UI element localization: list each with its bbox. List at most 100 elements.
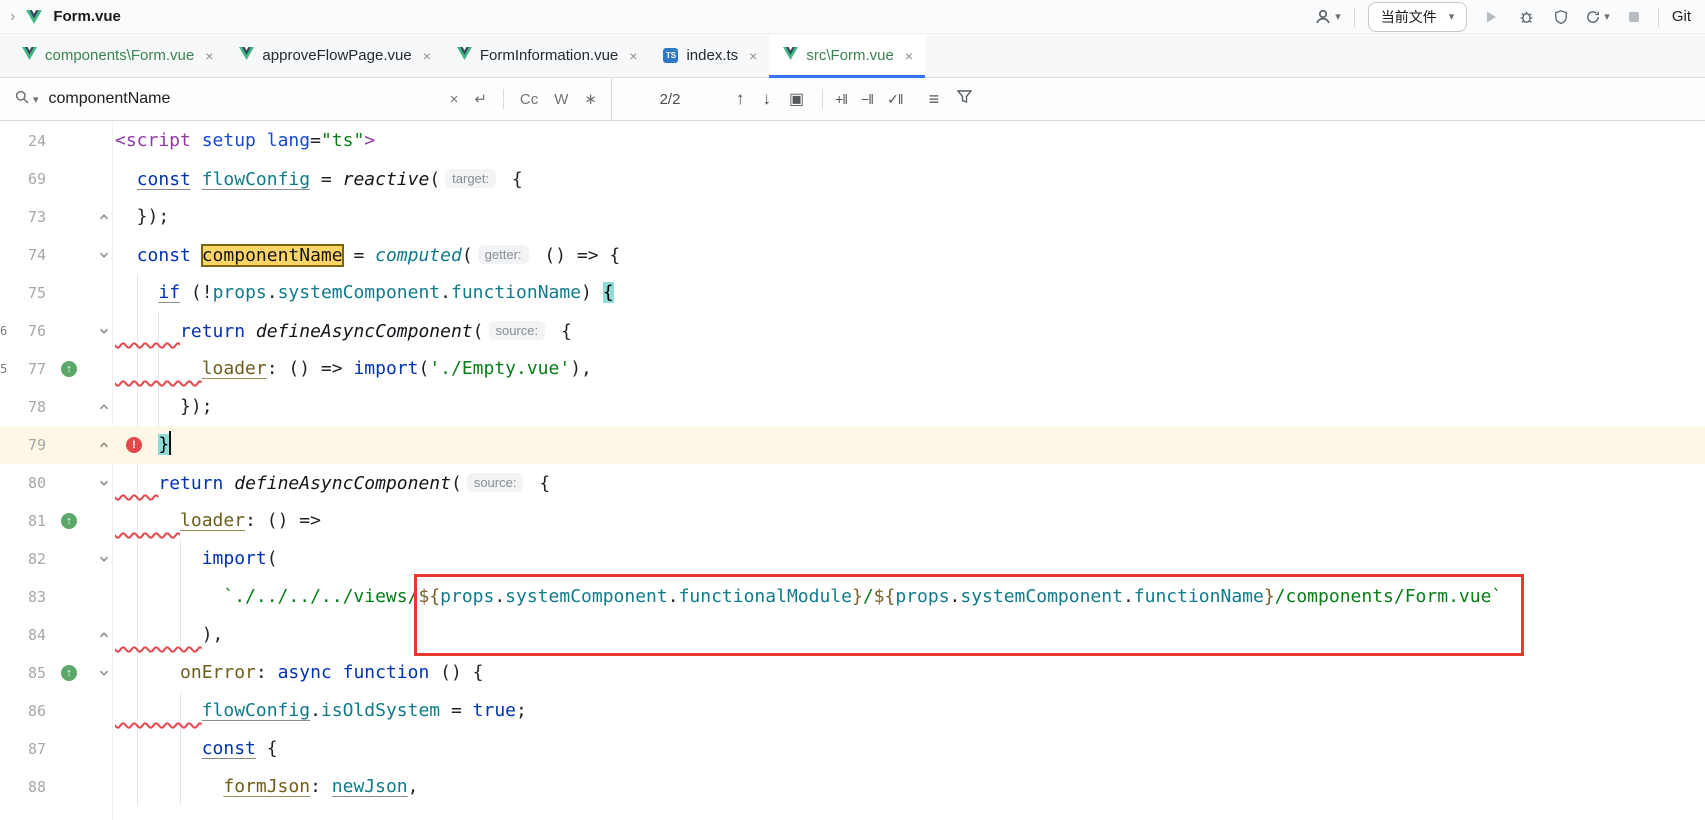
code-line-76[interactable]: 76 return defineAsyncComponent(source: {… <box>0 312 1705 350</box>
tab-src-form-vue[interactable]: src\Form.vue × <box>769 34 925 77</box>
line-number[interactable]: 82 <box>0 540 46 578</box>
code-text: return defineAsyncComponent(source: { <box>115 312 572 351</box>
error-squiggle: xxxxxx <box>115 502 180 540</box>
line-number[interactable]: 74 <box>0 236 46 274</box>
filter-icon[interactable] <box>957 90 972 109</box>
code-line-88[interactable]: 88 formJson: newJson, <box>0 768 1705 806</box>
inlay-hint: getter: <box>478 245 529 264</box>
line-number[interactable]: 85 <box>0 654 46 692</box>
code-line-74[interactable]: 74 const componentName = computed(getter… <box>0 236 1705 274</box>
add-occurrence-icon[interactable]: +‖ <box>835 91 847 107</box>
code-line-75[interactable]: 75 if (!props.systemComponent.functionNa… <box>0 274 1705 312</box>
close-icon[interactable]: × <box>749 48 757 64</box>
error-squiggle: xxxxxx <box>115 312 180 350</box>
code-text: const flowConfig = reactive(target: { <box>115 160 523 199</box>
line-number[interactable]: 79 <box>0 426 46 464</box>
line-number[interactable]: 87 <box>0 730 46 768</box>
coverage-button[interactable] <box>1550 4 1572 30</box>
vue-file-icon <box>783 47 798 64</box>
code-line-82[interactable]: 82 import( <box>0 540 1705 578</box>
fold-up-icon[interactable] <box>96 426 112 464</box>
code-text: const componentName = computed(getter: (… <box>115 236 620 275</box>
tab-label: components\Form.vue <box>45 47 194 64</box>
match-case-toggle[interactable]: Cc <box>520 91 538 108</box>
divider <box>1354 7 1355 27</box>
git-widget[interactable]: Git <box>1672 8 1691 25</box>
search-icon[interactable] <box>14 89 30 110</box>
previous-match-button[interactable]: ↑ <box>736 89 745 109</box>
code-line-85[interactable]: 85↑ onError: async function () { <box>0 654 1705 692</box>
close-icon[interactable]: × <box>205 48 213 64</box>
tab-approveflowpage-vue[interactable]: approveFlowPage.vue × <box>225 34 442 77</box>
open-in-find-window-icon[interactable]: ▣ <box>789 89 804 109</box>
line-number[interactable]: 86 <box>0 692 46 730</box>
fold-up-icon[interactable] <box>96 198 112 236</box>
code-lines: 24<script setup lang="ts">69 const flowC… <box>0 122 1705 820</box>
line-number[interactable]: 24 <box>0 122 46 160</box>
editor[interactable]: 24<script setup lang="ts">69 const flowC… <box>0 122 1705 820</box>
tab-components-form-vue[interactable]: components\Form.vue × <box>8 34 225 77</box>
fold-up-icon[interactable] <box>96 616 112 654</box>
implementation-marker-icon[interactable]: ↑ <box>61 513 77 529</box>
stop-button[interactable] <box>1623 4 1645 30</box>
search-field-area[interactable]: ▾ componentName × ↵ Cc W ∗ <box>0 78 612 120</box>
code-line-86[interactable]: 86 flowConfig.isOldSystem = true;xxxxxxx… <box>0 692 1705 730</box>
fold-down-icon[interactable] <box>96 312 112 350</box>
code-line-78[interactable]: 78 }); <box>0 388 1705 426</box>
chevron-down-icon[interactable]: ▾ <box>33 93 39 106</box>
profiler-button[interactable]: ▾ <box>1585 4 1610 30</box>
chevron-down-icon: ▾ <box>1604 10 1610 23</box>
line-number[interactable]: 83 <box>0 578 46 616</box>
exclude-occurrence-icon[interactable]: −‖ <box>861 91 873 107</box>
chevron-right-icon[interactable]: › <box>10 8 15 26</box>
vue-file-icon <box>239 47 254 64</box>
code-line-69[interactable]: 69 const flowConfig = reactive(target: { <box>0 160 1705 198</box>
line-number[interactable]: 80 <box>0 464 46 502</box>
search-input[interactable]: componentName <box>49 90 434 108</box>
inlay-hint: target: <box>445 169 496 188</box>
code-line-24[interactable]: 24<script setup lang="ts"> <box>0 122 1705 160</box>
fold-down-icon[interactable] <box>96 464 112 502</box>
implementation-marker-icon[interactable]: ↑ <box>61 665 77 681</box>
implementation-marker-icon[interactable]: ↑ <box>61 361 77 377</box>
occurrences-list-icon[interactable]: ≡ <box>929 89 940 110</box>
vue-logo-icon <box>23 4 45 30</box>
code-line-79[interactable]: 79! } <box>0 426 1705 464</box>
fold-down-icon[interactable] <box>96 540 112 578</box>
fold-down-icon[interactable] <box>96 654 112 692</box>
tab-forminformation-vue[interactable]: FormInformation.vue × <box>443 34 650 77</box>
whole-words-toggle[interactable]: W <box>554 91 568 108</box>
clear-search-icon[interactable]: × <box>450 91 459 108</box>
newline-icon[interactable]: ↵ <box>474 90 487 108</box>
line-number[interactable]: 73 <box>0 198 46 236</box>
line-number[interactable]: 75 <box>0 274 46 312</box>
vue-file-icon <box>457 47 472 64</box>
code-line-87[interactable]: 87 const { <box>0 730 1705 768</box>
run-configuration-label: 当前文件 <box>1381 7 1437 27</box>
apply-occurrence-icon[interactable]: ✓‖ <box>887 91 903 108</box>
inlay-hint: source: <box>489 321 546 340</box>
run-configuration-selector[interactable]: 当前文件 ▾ <box>1368 2 1468 32</box>
tab-label: index.ts <box>686 47 738 64</box>
code-line-81[interactable]: 81↑ loader: () =>xxxxxx <box>0 502 1705 540</box>
line-number[interactable]: 69 <box>0 160 46 198</box>
user-account-button[interactable]: ▾ <box>1314 4 1341 30</box>
regex-toggle[interactable]: ∗ <box>584 90 597 108</box>
close-icon[interactable]: × <box>629 48 637 64</box>
line-number[interactable]: 84 <box>0 616 46 654</box>
line-number[interactable]: 81 <box>0 502 46 540</box>
next-match-button[interactable]: ↓ <box>763 89 772 109</box>
error-squiggle: xxxxxxxx <box>115 616 202 654</box>
code-line-80[interactable]: 80 return defineAsyncComponent(source: {… <box>0 464 1705 502</box>
run-button[interactable] <box>1480 4 1502 30</box>
code-line-73[interactable]: 73 }); <box>0 198 1705 236</box>
fold-down-icon[interactable] <box>96 236 112 274</box>
debug-button[interactable] <box>1515 4 1537 30</box>
fold-up-icon[interactable] <box>96 388 112 426</box>
code-line-77[interactable]: 77↑ loader: () => import('./Empty.vue'),… <box>0 350 1705 388</box>
tab-index-ts[interactable]: TS index.ts × <box>649 34 769 77</box>
close-icon[interactable]: × <box>905 48 913 64</box>
line-number[interactable]: 78 <box>0 388 46 426</box>
line-number[interactable]: 88 <box>0 768 46 806</box>
close-icon[interactable]: × <box>423 48 431 64</box>
